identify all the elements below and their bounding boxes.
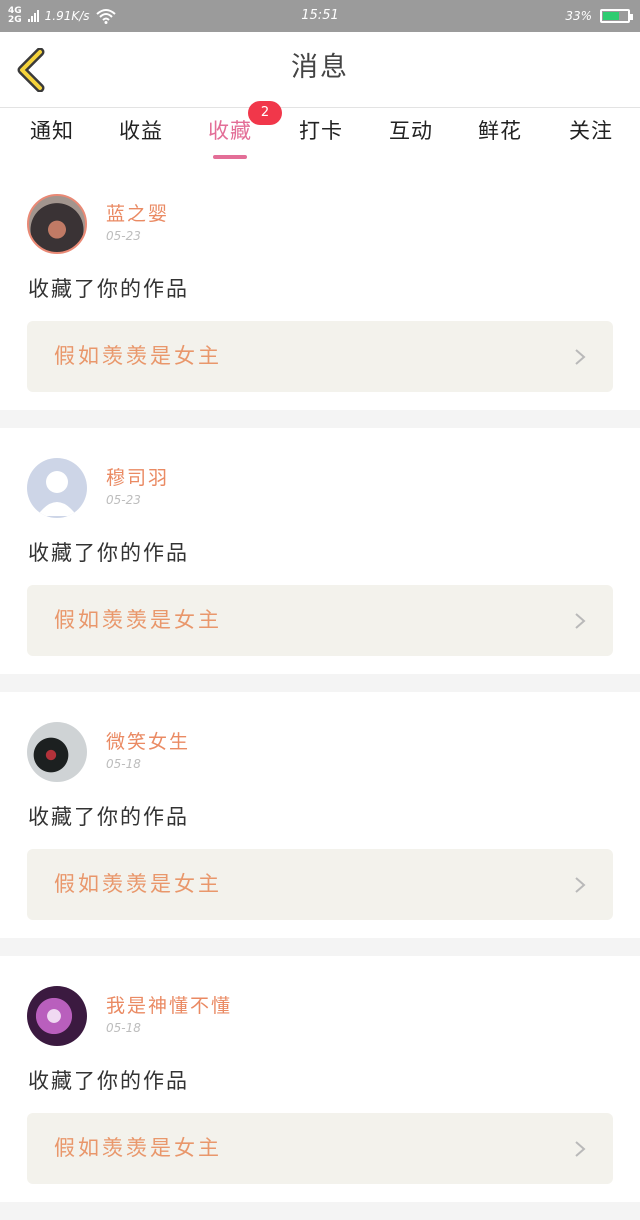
message-list: 蓝之婴 05-23 收藏了你的作品 假如羡羡是女主 穆司羽 05-23 收藏了你… [0,164,640,1220]
username[interactable]: 微笑女生 [106,727,190,754]
tab-label: 通知 [30,119,74,143]
avatar[interactable] [27,986,87,1046]
action-text: 收藏了你的作品 [28,541,189,565]
unread-badge: 2 [248,101,282,125]
action-text: 收藏了你的作品 [28,805,189,829]
tab-flowers[interactable]: 鲜花 [460,108,540,164]
tab-interaction[interactable]: 互动 [371,108,451,164]
active-tab-indicator [213,155,247,159]
message-card: 穆司羽 05-23 收藏了你的作品 假如羡羡是女主 [0,428,640,674]
header: 消息 [0,32,640,108]
tab-label: 鲜花 [478,119,522,143]
avatar[interactable] [27,722,87,782]
chevron-right-icon [575,1141,586,1157]
default-avatar-icon [37,471,77,516]
work-title: 假如羡羡是女主 [54,1136,222,1160]
action-text: 收藏了你的作品 [28,1069,189,1093]
username[interactable]: 我是神懂不懂 [106,991,232,1018]
work-title: 假如羡羡是女主 [54,872,222,896]
username[interactable]: 蓝之婴 [106,199,169,226]
avatar[interactable] [27,458,87,518]
tab-label: 收藏 [208,119,252,143]
chevron-right-icon [575,877,586,893]
work-link[interactable]: 假如羡羡是女主 [27,849,613,920]
tab-earnings[interactable]: 收益 [101,108,181,164]
page-title: 消息 [291,52,349,83]
message-date: 05-23 [106,493,141,507]
tab-bar: 通知 收益 收藏 打卡 互动 鲜花 关注 [0,108,640,164]
tab-label: 关注 [569,119,613,143]
chevron-right-icon [575,349,586,365]
tab-label: 打卡 [299,119,343,143]
battery-percent: 33% [565,9,592,23]
message-card: 微笑女生 05-18 收藏了你的作品 假如羡羡是女主 [0,692,640,938]
tab-notifications[interactable]: 通知 [12,108,92,164]
message-card: 我是神懂不懂 05-18 收藏了你的作品 假如羡羡是女主 [0,956,640,1202]
work-title: 假如羡羡是女主 [54,608,222,632]
message-card: 蓝之婴 05-23 收藏了你的作品 假如羡羡是女主 [0,164,640,410]
status-bar: 4G 2G 1.91K/s 15:51 33% [0,0,640,32]
action-text: 收藏了你的作品 [28,277,189,301]
username[interactable]: 穆司羽 [106,463,169,490]
message-date: 05-18 [106,757,141,771]
work-link[interactable]: 假如羡羡是女主 [27,321,613,392]
tab-follows[interactable]: 关注 [551,108,631,164]
clock: 15:51 [301,8,339,23]
work-title: 假如羡羡是女主 [54,344,222,368]
chevron-right-icon [575,613,586,629]
tab-label: 互动 [389,119,433,143]
work-link[interactable]: 假如羡羡是女主 [27,1113,613,1184]
message-date: 05-18 [106,1021,141,1035]
tab-checkin[interactable]: 打卡 [281,108,361,164]
tab-label: 收益 [119,119,163,143]
battery-icon [600,9,633,23]
avatar[interactable] [27,194,87,254]
work-link[interactable]: 假如羡羡是女主 [27,585,613,656]
message-date: 05-23 [106,229,141,243]
status-right: 33% [565,0,633,32]
